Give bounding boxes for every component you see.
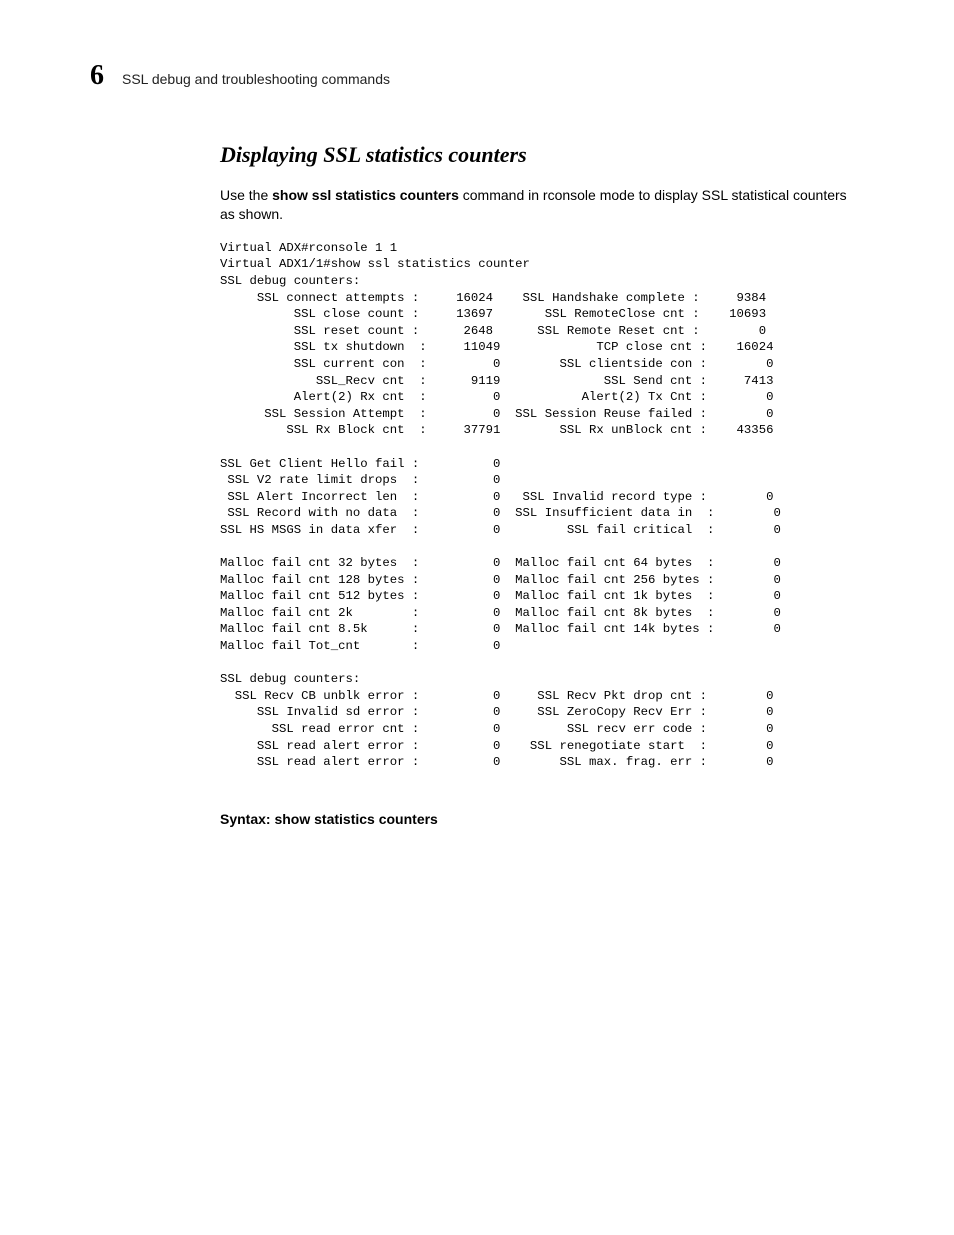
syntax-label: Syntax: [220, 811, 274, 827]
chapter-number: 6 [90, 60, 104, 92]
content-area: Displaying SSL statistics counters Use t… [90, 142, 864, 827]
intro-prefix: Use the [220, 187, 272, 203]
page-header: 6 SSL debug and troubleshooting commands [90, 60, 864, 92]
section-title: Displaying SSL statistics counters [220, 142, 864, 168]
syntax-line: Syntax: show statistics counters [220, 811, 864, 827]
chapter-title: SSL debug and troubleshooting commands [122, 71, 390, 87]
intro-paragraph: Use the show ssl statistics counters com… [220, 186, 864, 224]
document-page: 6 SSL debug and troubleshooting commands… [0, 0, 954, 887]
intro-command: show ssl statistics counters [272, 187, 459, 203]
console-output: Virtual ADX#rconsole 1 1 Virtual ADX1/1#… [220, 240, 864, 771]
syntax-command: show statistics counters [274, 811, 437, 827]
